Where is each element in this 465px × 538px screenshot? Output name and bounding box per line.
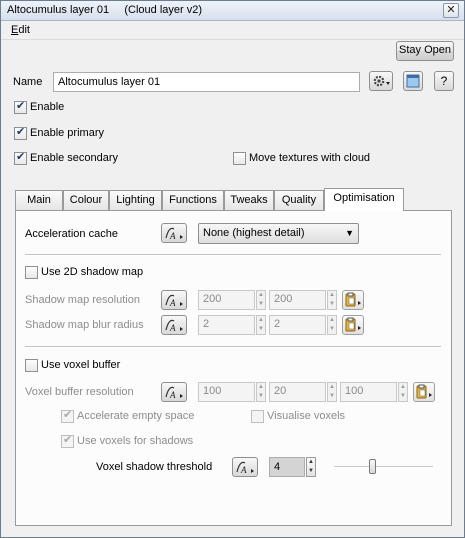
function-curve-icon: A — [165, 227, 183, 241]
voxel-shadow-threshold-slider-thumb[interactable] — [369, 459, 376, 474]
use-voxel-buffer-label: Use voxel buffer — [41, 359, 121, 371]
function-curve-icon: A — [165, 294, 183, 308]
enable-checkbox[interactable] — [14, 99, 27, 114]
gear-icon — [373, 75, 390, 87]
acceleration-cache-dropdown[interactable]: None (highest detail) ▼ — [198, 223, 359, 244]
voxel-shadow-threshold-field[interactable]: 4 — [269, 457, 305, 477]
svg-text:A: A — [169, 390, 176, 400]
shadow-map-resolution-x-spinner[interactable]: ▲ ▼ — [256, 290, 266, 310]
window-title: Altocumulus layer 01 (Cloud layer v2) — [7, 4, 203, 16]
svg-text:A: A — [169, 231, 176, 241]
voxel-shadow-threshold-label: Voxel shadow threshold — [96, 461, 213, 473]
menu-edit[interactable]: Edit — [11, 24, 30, 36]
enable-secondary-label: Enable secondary — [30, 152, 119, 164]
visualise-voxels-checkbox[interactable] — [251, 410, 264, 423]
tab-colour[interactable]: Colour — [63, 190, 109, 210]
shadow-map-resolution-function-button[interactable]: A — [161, 290, 187, 310]
name-label: Name — [13, 76, 43, 88]
shadow-map-resolution-label: Shadow map resolution — [25, 294, 140, 306]
menu-bar: Edit — [1, 22, 464, 40]
voxel-buffer-resolution-label: Voxel buffer resolution — [25, 386, 134, 398]
voxel-buffer-resolution-y-spinner[interactable]: ▲ ▼ — [327, 382, 337, 402]
svg-text:A: A — [240, 465, 247, 475]
function-curve-icon: A — [165, 319, 183, 333]
chevron-down-icon: ▼ — [345, 228, 354, 238]
separator — [25, 254, 441, 256]
voxel-shadow-threshold-slider-track[interactable] — [334, 466, 433, 468]
voxel-buffer-resolution-x-spinner[interactable]: ▲ ▼ — [256, 382, 266, 402]
voxel-buffer-resolution-paste-button[interactable] — [413, 382, 435, 402]
move-textures-checkbox[interactable] — [233, 152, 246, 165]
use-2d-shadow-map-label: Use 2D shadow map — [41, 266, 144, 278]
function-curve-icon: A — [236, 461, 254, 475]
title-bar: Altocumulus layer 01 (Cloud layer v2) ✕ — [1, 1, 464, 21]
shadow-map-resolution-x-field[interactable]: 200 — [198, 290, 255, 310]
settings-menu-button[interactable] — [369, 71, 393, 91]
acceleration-cache-value: None (highest detail) — [203, 227, 305, 239]
use-voxels-for-shadows-checkbox[interactable] — [61, 433, 74, 448]
shadow-map-blur-paste-button[interactable] — [342, 315, 364, 335]
tab-tweaks[interactable]: Tweaks — [224, 190, 274, 210]
shadow-map-blur-function-button[interactable]: A — [161, 315, 187, 335]
use-voxel-buffer-checkbox[interactable] — [25, 359, 38, 372]
shadow-map-blur-x-spinner[interactable]: ▲ ▼ — [256, 315, 266, 335]
enable-label: Enable — [30, 101, 65, 113]
tab-optimisation[interactable]: Optimisation — [324, 188, 404, 211]
shadow-map-blur-y-spinner[interactable]: ▲ ▼ — [327, 315, 337, 335]
enable-primary-label: Enable primary — [30, 127, 104, 139]
use-voxels-for-shadows-label: Use voxels for shadows — [77, 435, 194, 447]
accelerate-empty-space-label: Accelerate empty space — [77, 410, 195, 422]
voxel-buffer-resolution-function-button[interactable]: A — [161, 382, 187, 402]
shadow-map-resolution-paste-button[interactable] — [342, 290, 364, 310]
shadow-map-resolution-y-field[interactable]: 200 — [269, 290, 326, 310]
enable-secondary-checkbox[interactable] — [14, 150, 27, 165]
acceleration-cache-label: Acceleration cache — [25, 228, 118, 240]
shadow-map-blur-y-field[interactable]: 2 — [269, 315, 326, 335]
accelerate-empty-space-checkbox[interactable] — [61, 408, 74, 423]
name-field[interactable]: Altocumulus layer 01 — [53, 72, 360, 92]
cloud-layer-window: Altocumulus layer 01 (Cloud layer v2) ✕ … — [0, 0, 465, 538]
stay-open-button[interactable]: Stay Open — [396, 41, 454, 61]
enable-primary-checkbox[interactable] — [14, 125, 27, 140]
svg-text:A: A — [169, 298, 176, 308]
tab-lighting[interactable]: Lighting — [109, 190, 162, 210]
voxel-buffer-resolution-z-spinner[interactable]: ▲ ▼ — [398, 382, 408, 402]
move-textures-label: Move textures with cloud — [249, 152, 371, 164]
shadow-map-blur-label: Shadow map blur radius — [25, 319, 144, 331]
tab-quality[interactable]: Quality — [274, 190, 324, 210]
voxel-buffer-resolution-z-field[interactable]: 100 — [340, 382, 397, 402]
use-2d-shadow-map-checkbox[interactable] — [25, 266, 38, 279]
clipboard-icon — [345, 317, 361, 332]
shadow-map-blur-x-field[interactable]: 2 — [198, 315, 255, 335]
clipboard-icon — [345, 292, 361, 307]
separator — [25, 346, 441, 348]
help-button[interactable]: ? — [434, 71, 454, 91]
tab-main[interactable]: Main — [15, 190, 63, 210]
voxel-buffer-resolution-x-field[interactable]: 100 — [198, 382, 255, 402]
window-mode-button[interactable] — [403, 71, 423, 91]
tab-functions[interactable]: Functions — [162, 190, 224, 210]
voxel-shadow-threshold-function-button[interactable]: A — [232, 457, 258, 477]
voxel-buffer-resolution-y-field[interactable]: 20 — [269, 382, 326, 402]
function-curve-icon: A — [165, 386, 183, 400]
acceleration-cache-function-button[interactable]: A — [161, 223, 187, 243]
voxel-shadow-threshold-spinner[interactable]: ▲ ▼ — [306, 457, 316, 477]
clipboard-icon — [416, 384, 432, 399]
svg-text:A: A — [169, 323, 176, 333]
shadow-map-resolution-y-spinner[interactable]: ▲ ▼ — [327, 290, 337, 310]
visualise-voxels-label: Visualise voxels — [267, 410, 346, 422]
close-button[interactable]: ✕ — [443, 3, 459, 18]
window-icon — [406, 74, 420, 88]
